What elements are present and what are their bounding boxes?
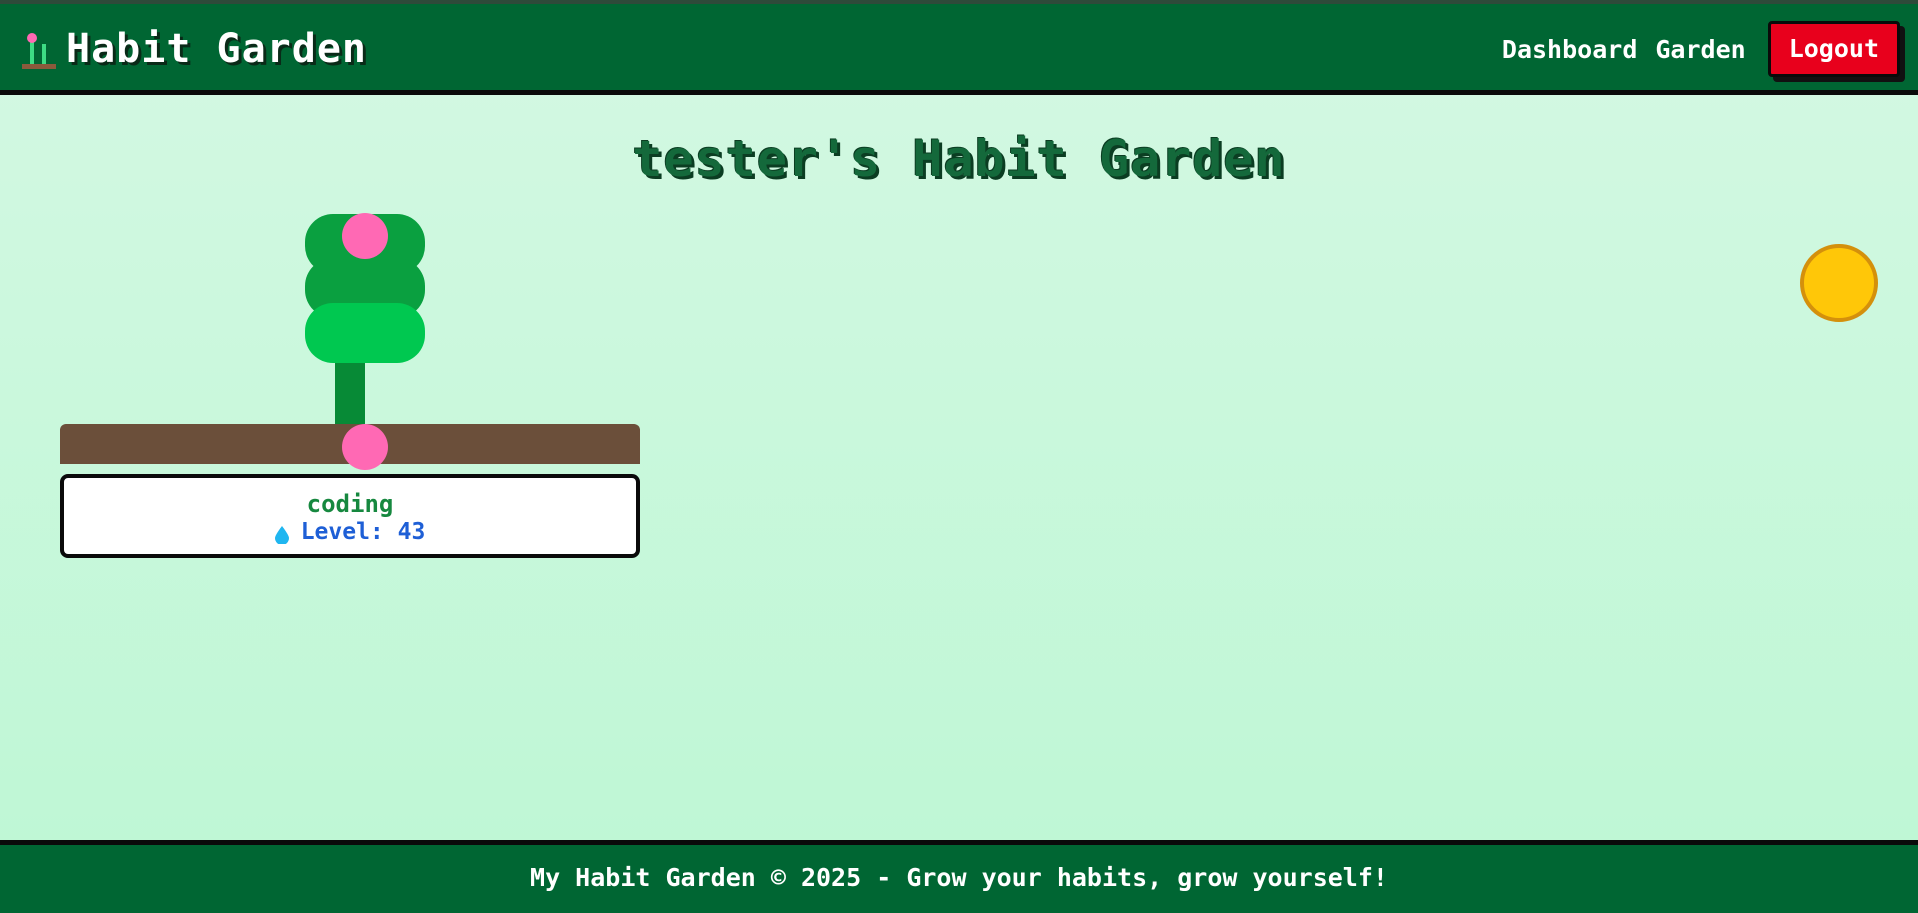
footer-text: My Habit Garden © 2025 - Grow your habit… [530,863,1388,892]
water-drop-icon [274,523,289,545]
main-nav: Dashboard Garden Logout [1502,18,1900,80]
habit-level-label: Level: 43 [300,519,426,545]
brand-title: Habit Garden [66,26,367,72]
page-title: tester's Habit Garden [632,130,1286,188]
plant-stem [335,352,365,432]
nav-dashboard-link[interactable]: Dashboard [1502,35,1637,64]
leaf-bottom [305,303,425,363]
app-header: Habit Garden Dashboard Garden Logout [0,4,1918,95]
nav-garden-link[interactable]: Garden [1655,35,1745,64]
sun-icon [1800,244,1878,322]
plant-info-card: coding Level: 43 [60,474,640,558]
flower-top [342,213,388,259]
flower-base [342,424,388,470]
sprout-icon [20,28,58,70]
logout-button[interactable]: Logout [1767,21,1900,77]
habit-level: Level: 43 [274,518,426,546]
app-footer: My Habit Garden © 2025 - Grow your habit… [0,840,1918,913]
brand[interactable]: Habit Garden [20,26,367,72]
plant-card[interactable]: coding Level: 43 [60,212,640,560]
habit-name: coding [306,490,394,518]
